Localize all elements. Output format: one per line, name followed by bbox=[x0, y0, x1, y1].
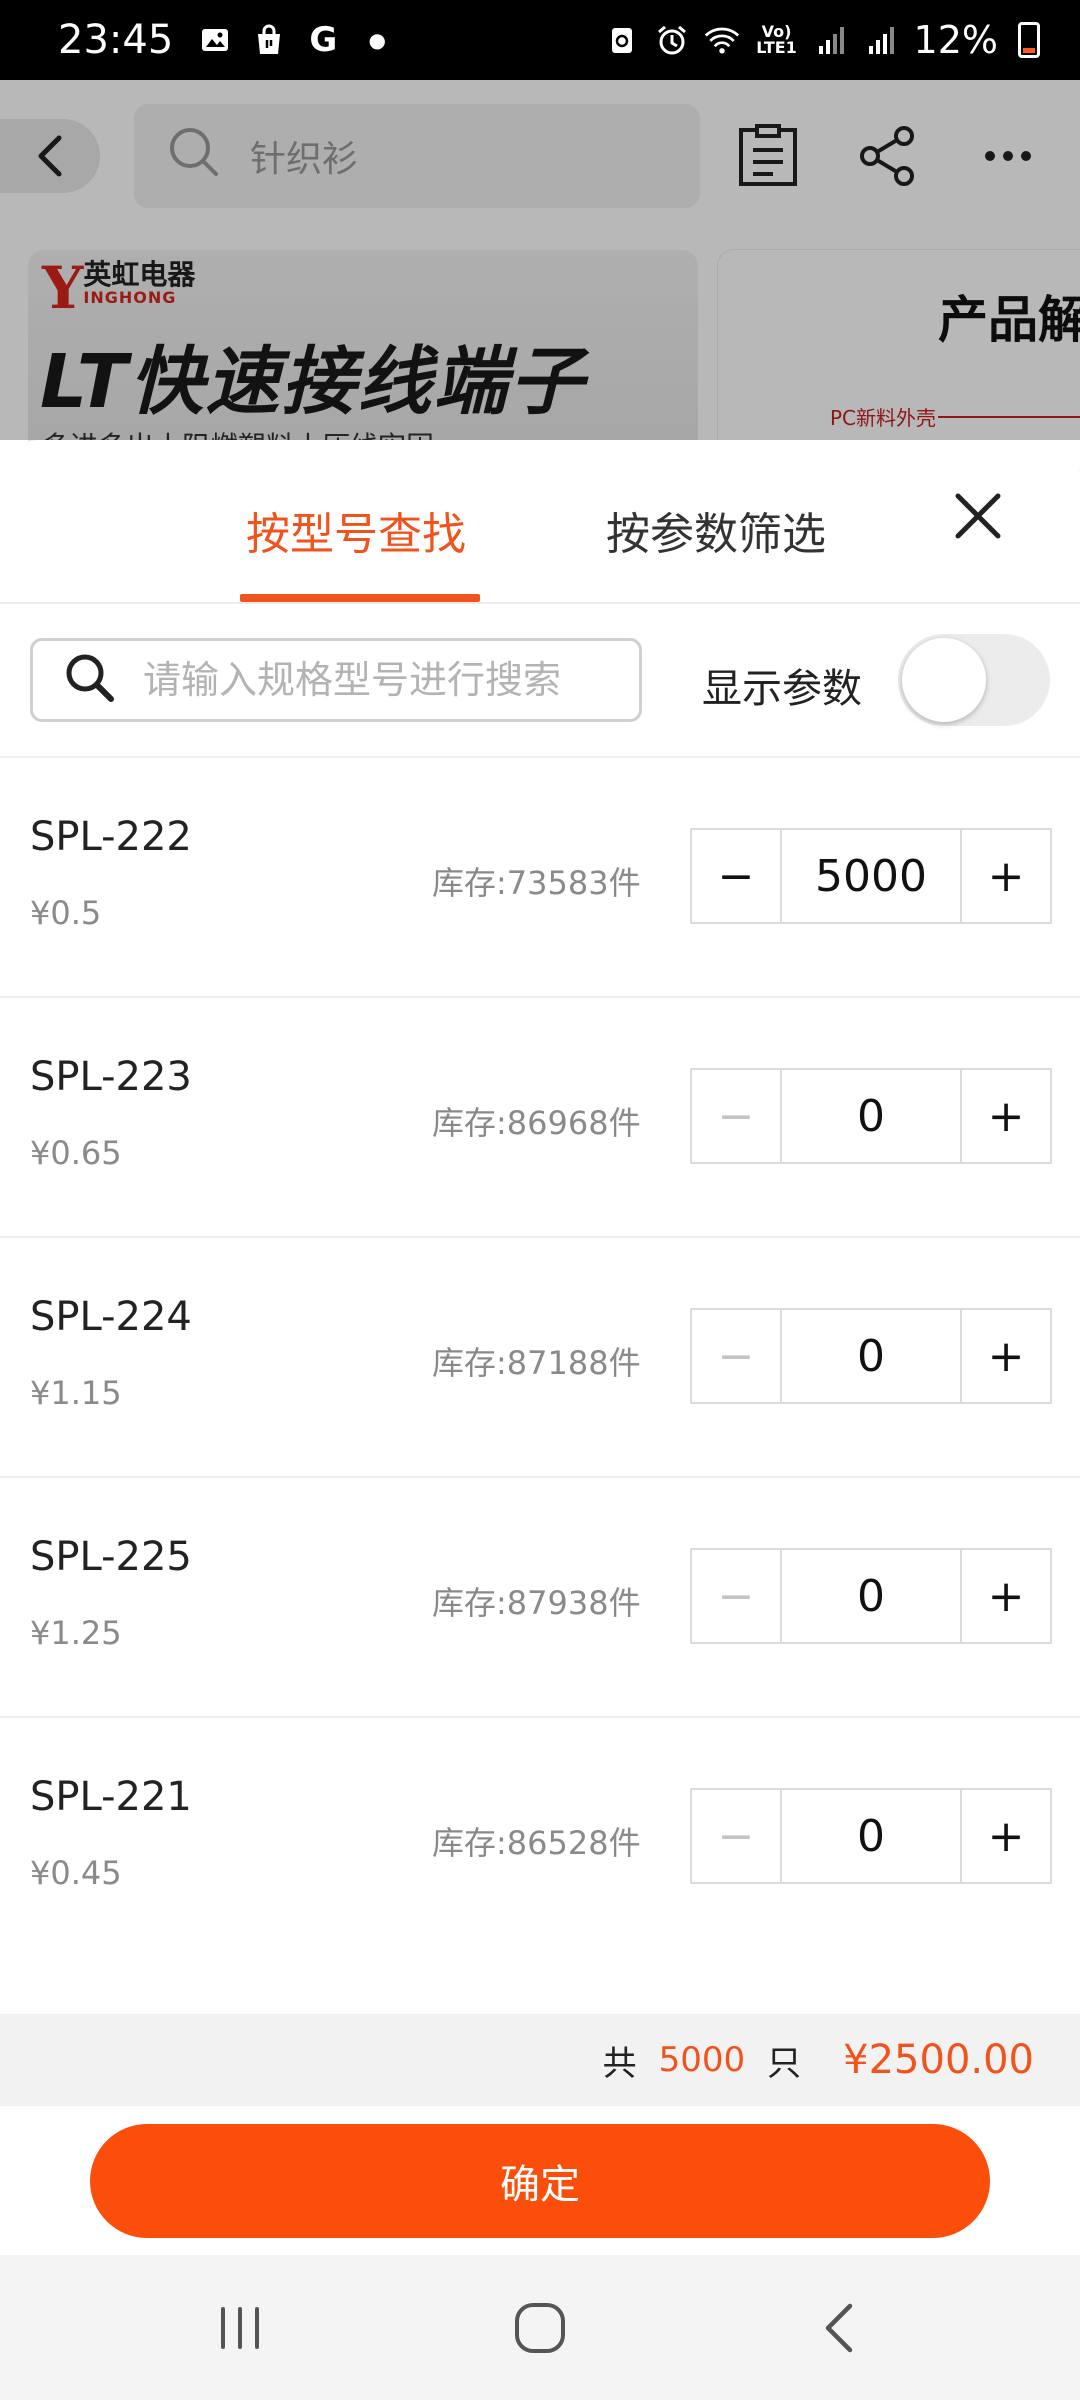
item-stock: 库存:86528件 bbox=[432, 1824, 641, 1862]
show-params-toggle[interactable] bbox=[898, 634, 1050, 726]
list-item: SPL-225 ¥1.25 库存:87938件 − 0 + bbox=[0, 1478, 1080, 1718]
list-item: SPL-224 ¥1.15 库存:87188件 − 0 + bbox=[0, 1238, 1080, 1478]
quantity-value[interactable]: 0 bbox=[782, 1550, 960, 1642]
increase-button[interactable]: + bbox=[960, 1790, 1050, 1882]
volte-label: Vo) LTE1 bbox=[756, 22, 797, 57]
show-params-label: 显示参数 bbox=[702, 666, 862, 712]
quantity-value[interactable]: 0 bbox=[782, 1310, 960, 1402]
decrease-button[interactable]: − bbox=[692, 830, 782, 922]
item-stock: 库存:87938件 bbox=[432, 1584, 641, 1622]
summary-unit: 只 bbox=[767, 2043, 802, 2084]
spec-search-box[interactable] bbox=[30, 638, 642, 722]
quantity-stepper: − 5000 + bbox=[690, 828, 1052, 924]
tab-bar: 按型号查找 按参数筛选 bbox=[0, 440, 1080, 604]
battery-icon bbox=[1018, 22, 1040, 58]
close-icon[interactable] bbox=[950, 488, 1006, 544]
increase-button[interactable]: + bbox=[960, 830, 1050, 922]
back-icon[interactable] bbox=[800, 2288, 880, 2368]
item-price: ¥0.5 bbox=[30, 894, 102, 932]
decrease-button[interactable]: − bbox=[692, 1550, 782, 1642]
gallery-icon bbox=[197, 22, 233, 58]
list-item: SPL-221 ¥0.45 库存:86528件 − 0 + bbox=[0, 1718, 1080, 1958]
quantity-value[interactable]: 0 bbox=[782, 1070, 960, 1162]
item-price: ¥0.65 bbox=[30, 1134, 122, 1172]
dim-overlay[interactable] bbox=[0, 80, 1080, 440]
confirm-button[interactable]: 确定 bbox=[90, 2124, 990, 2238]
active-tab-indicator bbox=[240, 594, 480, 602]
tab-search-by-model[interactable]: 按型号查找 bbox=[246, 498, 466, 562]
item-price: ¥1.15 bbox=[30, 1374, 122, 1412]
status-bar: 23:45 G ● Vo) LTE1 12% bbox=[0, 0, 1080, 80]
recycle-icon bbox=[604, 22, 640, 58]
increase-button[interactable]: + bbox=[960, 1550, 1050, 1642]
quantity-stepper: − 0 + bbox=[690, 1548, 1052, 1644]
item-model: SPL-225 bbox=[30, 1534, 192, 1580]
increase-button[interactable]: + bbox=[960, 1070, 1050, 1162]
list-item: SPL-222 ¥0.5 库存:73583件 − 5000 + bbox=[0, 758, 1080, 998]
google-icon: G bbox=[309, 20, 338, 60]
signal-icon-1 bbox=[814, 22, 850, 58]
wifi-icon bbox=[704, 22, 740, 58]
decrease-button[interactable]: − bbox=[692, 1070, 782, 1162]
recent-apps-icon[interactable] bbox=[200, 2288, 280, 2368]
item-stock: 库存:73583件 bbox=[432, 864, 641, 902]
item-model: SPL-222 bbox=[30, 814, 192, 860]
item-stock: 库存:87188件 bbox=[432, 1344, 641, 1382]
search-icon bbox=[63, 651, 117, 709]
quantity-stepper: − 0 + bbox=[690, 1788, 1052, 1884]
toggle-knob bbox=[902, 638, 986, 722]
status-right: Vo) LTE1 12% bbox=[604, 18, 1040, 62]
increase-button[interactable]: + bbox=[960, 1310, 1050, 1402]
quantity-value[interactable]: 0 bbox=[782, 1790, 960, 1882]
signal-icon-2 bbox=[864, 22, 900, 58]
list-item: SPL-223 ¥0.65 库存:86968件 − 0 + bbox=[0, 998, 1080, 1238]
shopping-bag-icon bbox=[251, 22, 287, 58]
tab-filter-by-params[interactable]: 按参数筛选 bbox=[606, 498, 826, 562]
decrease-button[interactable]: − bbox=[692, 1310, 782, 1402]
home-icon[interactable] bbox=[500, 2288, 580, 2368]
dot-icon: ● bbox=[368, 28, 386, 52]
spec-search-input[interactable] bbox=[143, 658, 613, 702]
battery-percent: 12% bbox=[913, 18, 998, 62]
decrease-button[interactable]: − bbox=[692, 1790, 782, 1882]
alarm-icon bbox=[654, 22, 690, 58]
quantity-value[interactable]: 5000 bbox=[782, 830, 960, 922]
system-nav-bar bbox=[0, 2255, 1080, 2400]
quantity-stepper: − 0 + bbox=[690, 1308, 1052, 1404]
item-price: ¥0.45 bbox=[30, 1854, 122, 1892]
status-time: 23:45 bbox=[58, 17, 174, 63]
status-left: 23:45 G ● bbox=[58, 17, 395, 63]
order-summary: 共 5000 只 ¥2500.00 bbox=[0, 2014, 1080, 2106]
quantity-stepper: − 0 + bbox=[690, 1068, 1052, 1164]
item-price: ¥1.25 bbox=[30, 1614, 122, 1652]
item-model: SPL-224 bbox=[30, 1294, 192, 1340]
summary-total: ¥2500.00 bbox=[843, 2037, 1034, 2083]
summary-prefix: 共 bbox=[602, 2043, 637, 2084]
summary-count: 5000 bbox=[658, 2040, 746, 2080]
item-model: SPL-223 bbox=[30, 1054, 192, 1100]
item-model: SPL-221 bbox=[30, 1774, 192, 1820]
item-stock: 库存:86968件 bbox=[432, 1104, 641, 1142]
